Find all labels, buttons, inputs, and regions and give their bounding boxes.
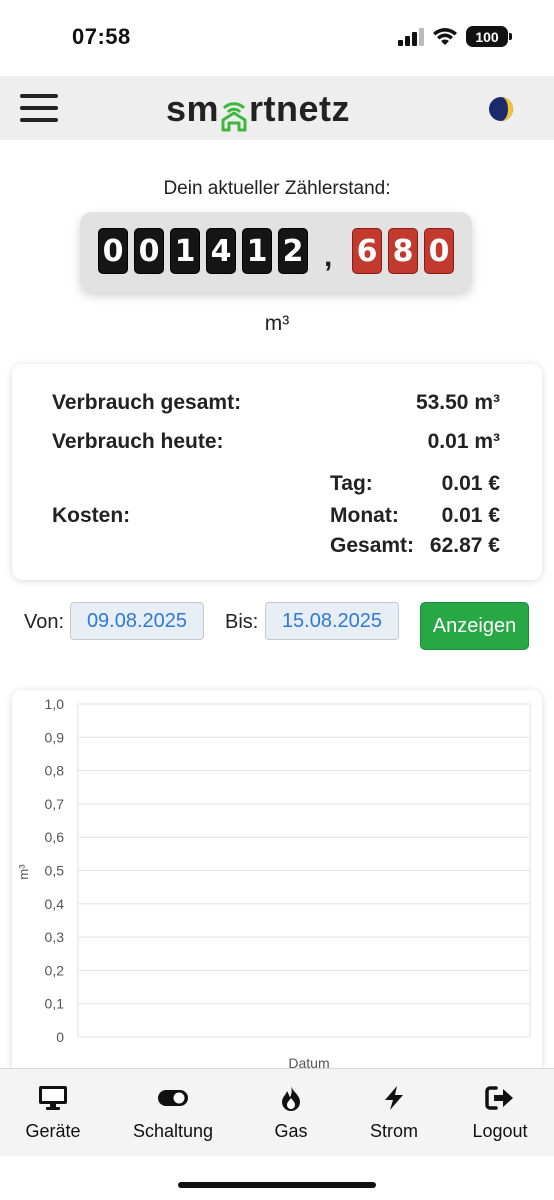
status-bar: 07:58 100	[0, 0, 554, 76]
nav-item-power[interactable]: Strom	[358, 1069, 430, 1157]
y-axis-label: m³	[16, 864, 31, 880]
cost-day-value: 0.01 €	[441, 472, 500, 495]
meter-digit: 4	[206, 228, 236, 274]
y-tick-label: 0,5	[45, 863, 65, 879]
y-tick-label: 1,0	[45, 696, 65, 712]
battery-icon: 100	[466, 26, 512, 47]
cost-month-label: Monat:	[330, 504, 399, 527]
nav-item-logout[interactable]: Logout	[464, 1069, 536, 1157]
show-button[interactable]: Anzeigen	[420, 602, 529, 650]
moon-icon[interactable]	[488, 96, 514, 122]
logo-text-right: rtnetz	[249, 88, 351, 129]
status-icons: 100	[398, 26, 512, 47]
meter-digit: 0	[98, 228, 128, 274]
meter-display: 0 0 1 4 1 2 , 6 8 0	[80, 212, 472, 292]
y-tick-label: 0,8	[45, 763, 65, 779]
from-label: Von:	[24, 611, 65, 633]
nav-label: Strom	[369, 1121, 418, 1141]
y-tick-label: 0,4	[45, 896, 65, 912]
nav-label: Geräte	[25, 1121, 81, 1141]
y-tick-label: 0,3	[45, 929, 65, 945]
nav-item-devices[interactable]: Geräte	[14, 1069, 92, 1157]
nav-label: Schaltung	[132, 1121, 214, 1141]
flame-icon	[282, 1086, 300, 1111]
total-consumption-value: 53.50 m³	[415, 391, 500, 414]
total-consumption-label: Verbrauch gesamt:	[52, 391, 242, 414]
logout-icon	[485, 1086, 513, 1110]
today-consumption-label: Verbrauch heute:	[52, 430, 224, 453]
wifi-icon	[433, 27, 457, 45]
y-tick-label: 0	[56, 1029, 64, 1045]
meter-digit: 1	[170, 228, 200, 274]
nav-label: Logout	[472, 1121, 528, 1141]
nav-item-gas[interactable]: Gas	[256, 1069, 326, 1157]
app-header: sm rtnetz	[0, 76, 554, 140]
menu-icon[interactable]	[20, 94, 58, 122]
bolt-icon	[385, 1086, 403, 1110]
meter-decimal-digit: 6	[352, 228, 382, 274]
meter-decimal-digit: 0	[424, 228, 454, 274]
y-tick-label: 0,2	[45, 962, 65, 978]
monitor-icon	[39, 1086, 67, 1110]
y-tick-label: 0,9	[45, 729, 65, 745]
nav-label: Gas	[274, 1121, 308, 1141]
y-tick-label: 0,6	[45, 829, 65, 845]
consumption-chart: 0 0,1 0,2 0,3 0,4 0,5 0,6 0,7 0,8 0,9 1,0 m³ Datum	[12, 690, 542, 1080]
to-label: Bis:	[225, 611, 259, 633]
costs-label: Kosten:	[52, 504, 131, 527]
meter-digit: 2	[278, 228, 308, 274]
battery-level: 100	[475, 28, 499, 45]
meter-digit: 1	[242, 228, 272, 274]
chart-svg: 00,10,20,30,40,50,60,70,80,91,0m³Datum	[16, 696, 531, 1071]
cost-total-label: Gesamt:	[330, 534, 415, 557]
meter-digit: 0	[134, 228, 164, 274]
today-consumption-value: 0.01 m³	[427, 430, 500, 453]
from-date-input[interactable]: 09.08.2025	[70, 602, 204, 640]
consumption-summary: Verbrauch gesamt: 53.50 m³ Verbrauch heu…	[12, 364, 542, 580]
y-tick-label: 0,1	[45, 996, 65, 1012]
cost-day-label: Tag:	[330, 472, 373, 495]
meter-unit: m³	[264, 312, 290, 335]
bottom-nav: Geräte Schaltung Gas Strom Logout	[0, 1068, 554, 1156]
to-date-input[interactable]: 15.08.2025	[265, 602, 399, 640]
home-indicator	[178, 1182, 376, 1188]
cost-month-value: 0.01 €	[441, 504, 500, 527]
logo: sm rtnetz	[166, 88, 351, 132]
meter-separator: ,	[324, 240, 333, 273]
toggle-icon	[158, 1090, 188, 1106]
cost-total-value: 62.87 €	[429, 534, 500, 557]
logo-text-left: sm	[166, 88, 220, 129]
meter-decimal-digit: 8	[388, 228, 418, 274]
signal-icon	[398, 27, 424, 46]
status-time: 07:58	[72, 24, 131, 49]
logo-house-icon	[220, 96, 248, 132]
meter-caption: Dein aktueller Zählerstand:	[163, 178, 391, 199]
nav-item-switching[interactable]: Schaltung	[122, 1069, 224, 1157]
y-tick-label: 0,7	[45, 796, 65, 812]
